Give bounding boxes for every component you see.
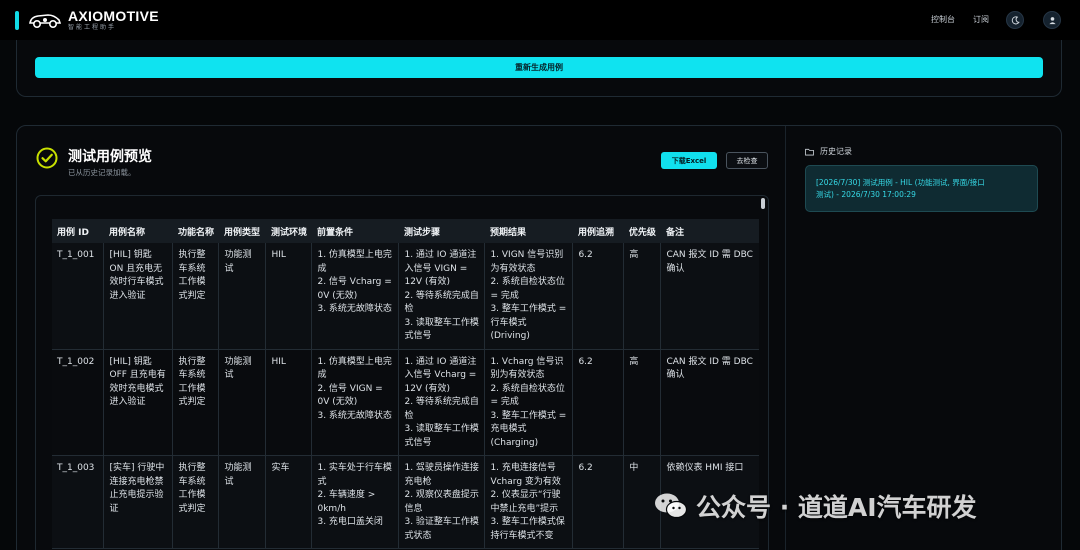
cell-id: T_1_002 [52, 349, 105, 456]
generate-card: 重新生成用例 [16, 40, 1062, 97]
preview-title: 测试用例预览 [68, 149, 152, 165]
regenerate-button[interactable]: 重新生成用例 [35, 57, 1043, 78]
cell-expected: 1. VIGN 信号识别为有效状态 2. 系统自检状态位 = 完成 3. 整车工… [484, 243, 574, 350]
cell-id: T_1_003 [52, 455, 105, 549]
history-header: 历史记录 [805, 146, 852, 157]
preview-card: 测试用例预览 已从历史记录加载。 下载Excel 去检查 历史记录 [2026/… [16, 125, 1062, 550]
col-header-name[interactable]: 用例名称 [103, 219, 173, 243]
cell-function: 执行整车系统工作模式判定 [172, 243, 220, 350]
brand-subtitle: 智能工程助手 [68, 24, 117, 31]
col-header-steps[interactable]: 测试步骤 [398, 219, 485, 243]
cell-expected: 1. 充电连接信号 Vcharg 变为有效 2. 仪表显示“行驶中禁止充电”提示… [484, 455, 574, 549]
col-header-expected[interactable]: 预期结果 [484, 219, 573, 243]
cell-priority: 高 [623, 349, 662, 456]
cell-steps: 1. 通过 IO 通道注入信号 Vcharg = 12V (有效) 2. 等待系… [398, 349, 486, 456]
cell-trace: 6.2 [572, 349, 625, 456]
nav-console-link[interactable]: 控制台 [931, 14, 955, 25]
cell-note: CAN 报文 ID 需 DBC 确认 [660, 243, 759, 350]
panel-divider [785, 126, 786, 550]
cell-function: 执行整车系统工作模式判定 [172, 349, 220, 456]
cell-type: 功能测试 [218, 455, 267, 549]
nav-subscribe-link[interactable]: 订阅 [973, 14, 989, 25]
brand[interactable]: AXIOMOTIVE 智能工程助手 [68, 8, 159, 32]
table-row[interactable]: T_1_003 [实车] 行驶中连接充电枪禁止充电提示验证 执行整车系统工作模式… [52, 455, 759, 549]
col-header-trace[interactable]: 用例追溯 [572, 219, 624, 243]
cell-priority: 高 [623, 243, 662, 350]
cell-env: 实车 [265, 455, 313, 549]
cell-env: HIL [265, 243, 313, 350]
col-header-precondition[interactable]: 前置条件 [311, 219, 399, 243]
cell-steps: 1. 通过 IO 通道注入信号 VIGN = 12V (有效) 2. 等待系统完… [398, 243, 486, 350]
cell-name: [HIL] 钥匙 OFF 且充电有效时充电模式进入验证 [103, 349, 174, 456]
cell-note: CAN 报文 ID 需 DBC 确认 [660, 349, 759, 456]
cell-trace: 6.2 [572, 243, 625, 350]
theme-toggle-button[interactable] [1006, 11, 1024, 29]
cell-type: 功能测试 [218, 243, 267, 350]
cell-type: 功能测试 [218, 349, 267, 456]
history-title: 历史记录 [820, 147, 852, 156]
wechat-watermark: 公众号 · 道道AI汽车研发 [654, 488, 977, 524]
cell-trace: 6.2 [572, 455, 625, 549]
cell-precondition: 1. 实车处于行车模式 2. 车辆速度 > 0km/h 3. 充电口盖关闭 [311, 455, 400, 549]
cell-name: [HIL] 钥匙 ON 且充电无效时行车模式进入验证 [103, 243, 174, 350]
table-row[interactable]: T_1_001 [HIL] 钥匙 ON 且充电无效时行车模式进入验证 执行整车系… [52, 243, 759, 350]
watermark-text: 公众号 · 道道AI汽车研发 [696, 493, 977, 522]
cell-name: [实车] 行驶中连接充电枪禁止充电提示验证 [103, 455, 174, 549]
col-header-function[interactable]: 功能名称 [172, 219, 219, 243]
cell-steps: 1. 驾驶员操作连接充电枪 2. 观察仪表盘提示信息 3. 验证整车工作模式状态 [398, 455, 486, 549]
col-header-env[interactable]: 测试环境 [265, 219, 312, 243]
cell-precondition: 1. 仿真模型上电完成 2. 信号 VIGN = 0V (无效) 3. 系统无故… [311, 349, 400, 456]
cell-id: T_1_001 [52, 243, 105, 350]
user-menu-button[interactable] [1043, 11, 1061, 29]
history-item-line1: [2026/7/30] 测试用例 - HIL (功能测试, 界面/接口 [816, 178, 985, 187]
moon-icon [1011, 15, 1020, 24]
table-header-row: 用例 ID 用例名称 功能名称 用例类型 测试环境 前置条件 测试步骤 预期结果… [52, 219, 759, 243]
cell-expected: 1. Vcharg 信号识别为有效状态 2. 系统自检状态位 = 完成 3. 整… [484, 349, 574, 456]
col-header-type[interactable]: 用例类型 [218, 219, 266, 243]
cell-env: HIL [265, 349, 313, 456]
top-bar: AXIOMOTIVE 智能工程助手 控制台 订阅 [0, 0, 1080, 40]
history-item-line2: 测试) - 2026/7/30 17:00:29 [816, 190, 916, 199]
preview-subtitle: 已从历史记录加载。 [68, 168, 136, 177]
history-item[interactable]: [2026/7/30] 测试用例 - HIL (功能测试, 界面/接口 测试) … [805, 165, 1038, 212]
col-header-priority[interactable]: 优先级 [623, 219, 661, 243]
vertical-scrollbar[interactable] [761, 198, 765, 209]
accent-bar [15, 11, 19, 30]
download-excel-button[interactable]: 下载Excel [661, 152, 717, 169]
user-icon [1048, 16, 1056, 24]
check-circle-icon [36, 147, 58, 169]
cell-precondition: 1. 仿真模型上电完成 2. 信号 Vcharg = 0V (无效) 3. 系统… [311, 243, 400, 350]
cell-function: 执行整车系统工作模式判定 [172, 455, 220, 549]
col-header-id[interactable]: 用例 ID [52, 219, 104, 243]
folder-icon [805, 148, 814, 155]
car-logo-icon [29, 14, 62, 29]
table-row[interactable]: T_1_002 [HIL] 钥匙 OFF 且充电有效时充电模式进入验证 执行整车… [52, 349, 759, 456]
go-check-button[interactable]: 去检查 [726, 152, 768, 169]
test-case-table: 用例 ID 用例名称 功能名称 用例类型 测试环境 前置条件 测试步骤 预期结果… [52, 219, 759, 549]
col-header-note[interactable]: 备注 [660, 219, 759, 243]
brand-name: AXIOMOTIVE [68, 8, 159, 24]
wechat-icon [655, 493, 688, 519]
